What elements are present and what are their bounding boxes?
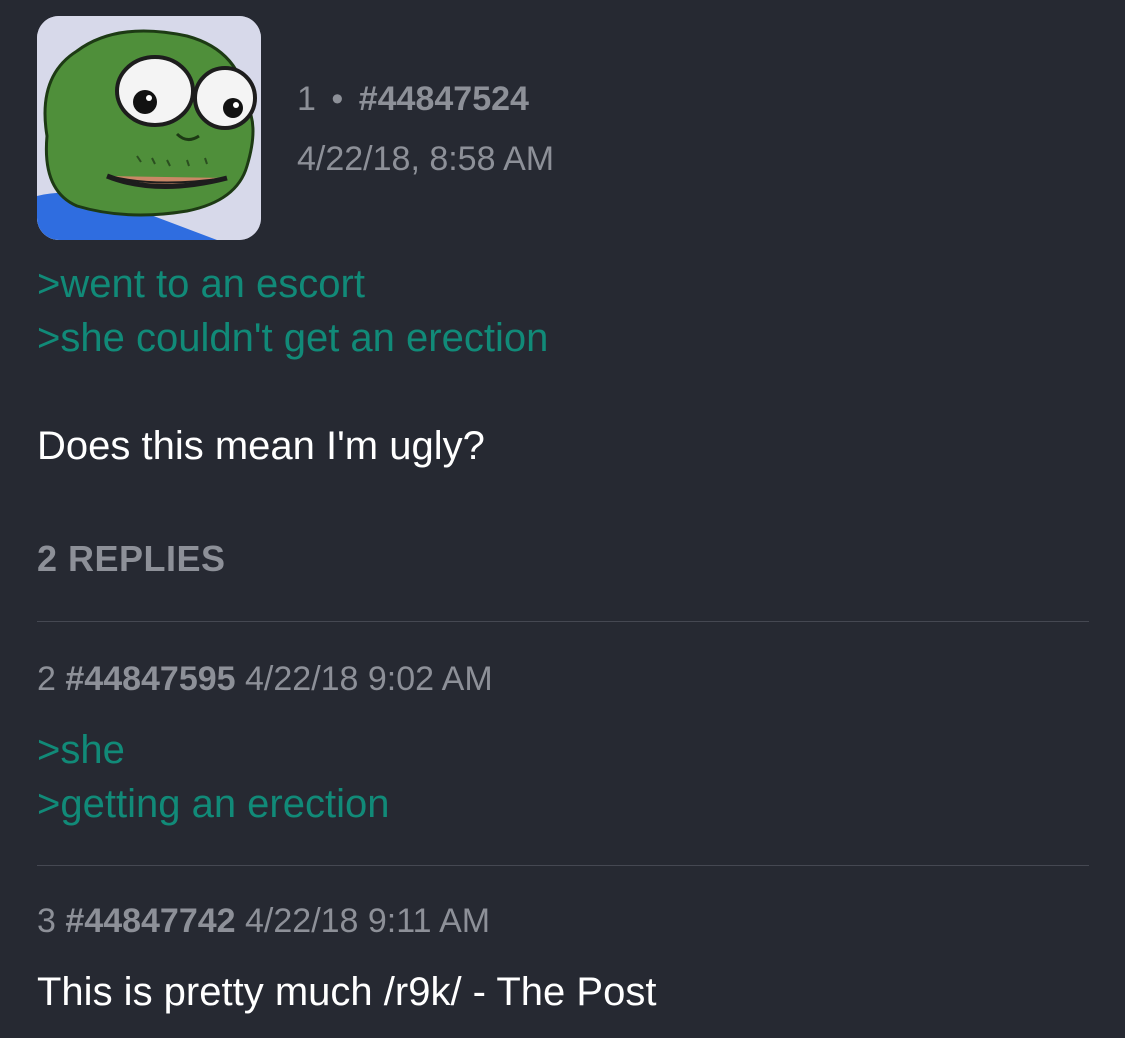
reply-number: 3 xyxy=(37,902,56,940)
reply-timestamp: 4/22/18 9:02 AM xyxy=(245,660,493,698)
reply-header: 3 #44847742 4/22/18 9:11 AM xyxy=(37,902,490,941)
greentext-line: >getting an erection xyxy=(37,782,390,826)
op-timestamp: 4/22/18, 8:58 AM xyxy=(297,140,555,178)
reply-timestamp: 4/22/18 9:11 AM xyxy=(245,902,491,940)
greentext-line: >went to an escort xyxy=(37,262,365,306)
replies-count-button[interactable]: 2 REPLIES xyxy=(37,538,226,580)
post-number: 1 xyxy=(297,80,316,118)
op-thumbnail[interactable] xyxy=(37,16,261,240)
post-id[interactable]: #44847524 xyxy=(359,80,529,118)
reply-header: 2 #44847595 4/22/18 9:02 AM xyxy=(37,660,493,699)
divider xyxy=(37,865,1089,866)
op-body-text: Does this mean I'm ugly? xyxy=(37,424,485,468)
greentext-line: >she xyxy=(37,728,125,772)
reply-post-id[interactable]: #44847595 xyxy=(65,660,235,698)
reply-body-text: This is pretty much /r9k/ - The Post xyxy=(37,970,657,1014)
reply-post-id[interactable]: #44847742 xyxy=(65,902,235,940)
op-post-header: 1 • #44847524 xyxy=(297,80,529,119)
reply-number: 2 xyxy=(37,660,56,698)
greentext-line: >she couldn't get an erection xyxy=(37,316,549,360)
pepe-frog-avatar xyxy=(37,16,261,240)
divider xyxy=(37,621,1089,622)
bullet-separator: • xyxy=(331,80,344,118)
